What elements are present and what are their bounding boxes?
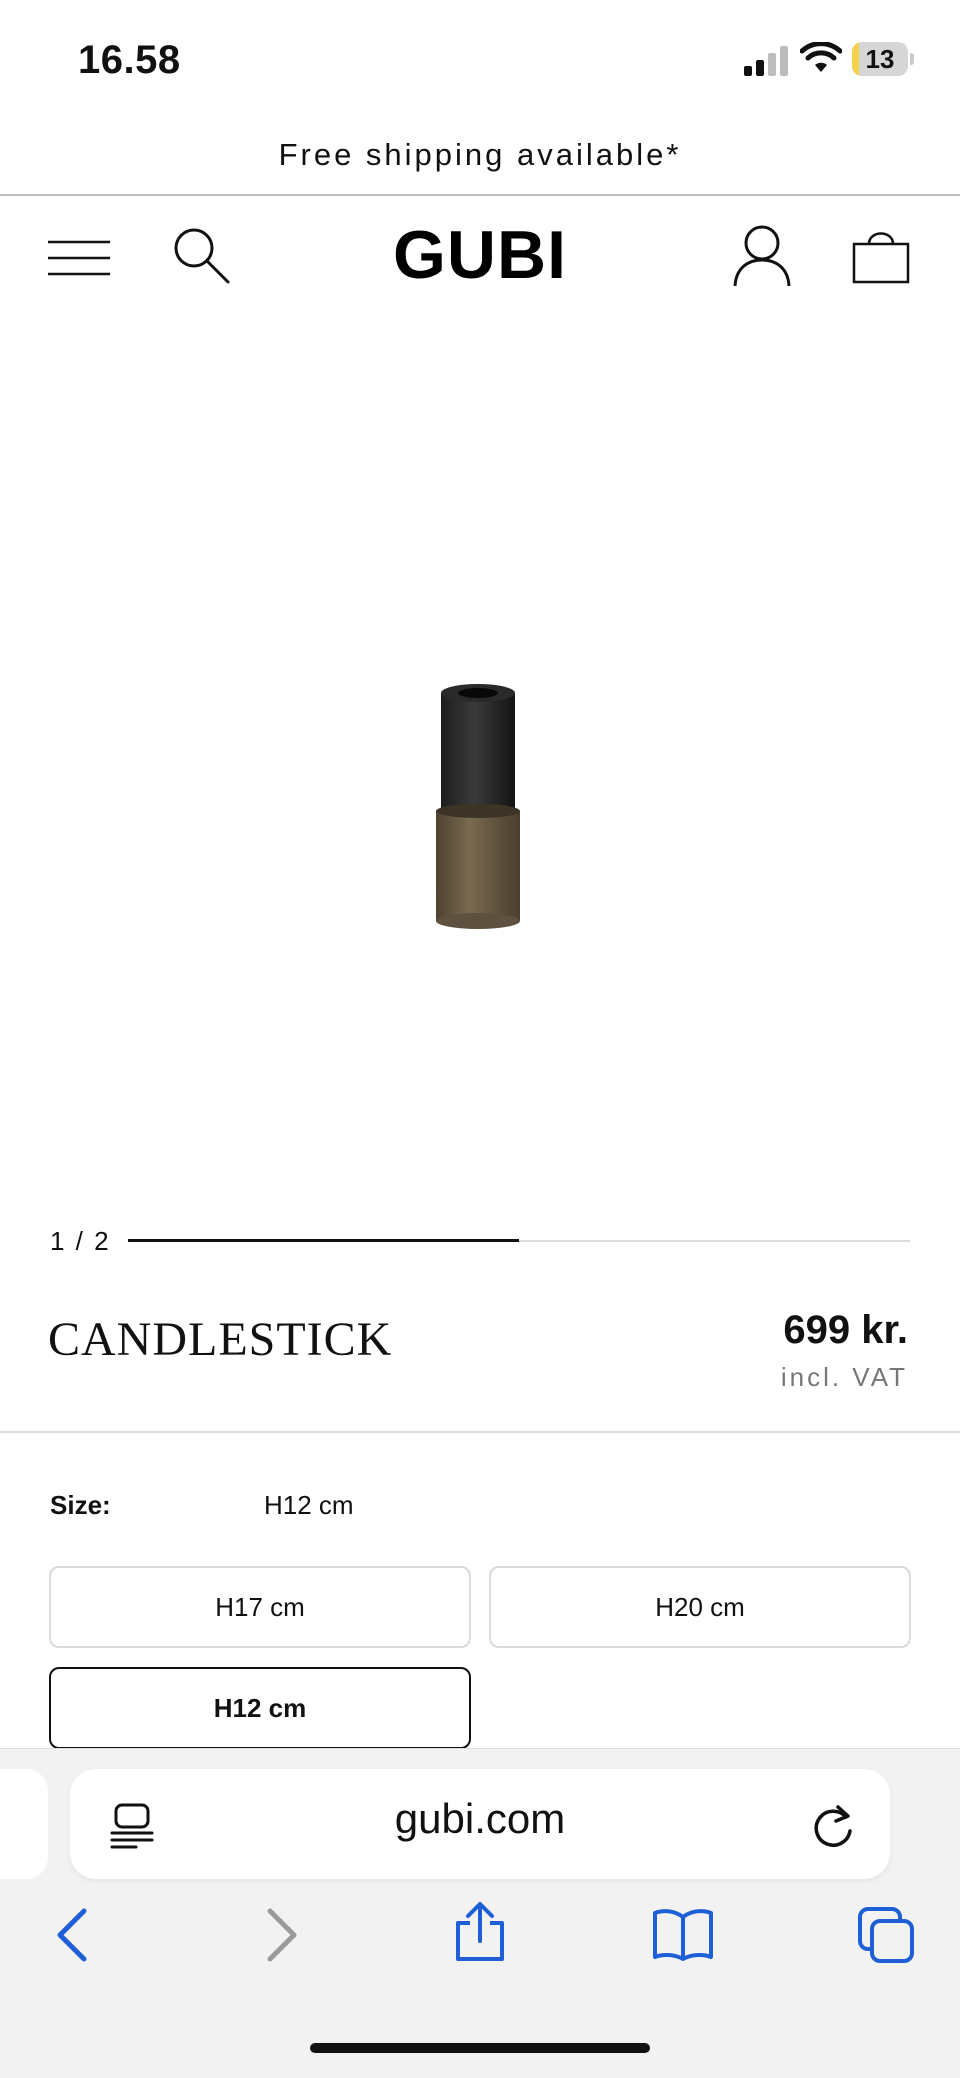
browser-toolbar: gubi.com	[0, 1748, 960, 2078]
address-bar[interactable]: gubi.com	[70, 1769, 890, 1879]
brand-logo[interactable]: GUBI	[0, 216, 960, 294]
product-title: CANDLESTICK	[48, 1313, 393, 1366]
previous-tab-preview[interactable]	[0, 1769, 48, 1879]
candlestick-image	[436, 684, 520, 929]
url-text[interactable]: gubi.com	[70, 1795, 890, 1843]
site-header: GUBI	[0, 196, 960, 320]
battery-body: 13	[852, 42, 908, 76]
forward-icon[interactable]	[262, 1907, 302, 1963]
status-time: 16.58	[78, 38, 181, 82]
product-price: 699 kr.	[783, 1308, 908, 1352]
battery-cap	[910, 53, 914, 65]
reload-icon[interactable]	[810, 1801, 856, 1849]
bookmarks-icon[interactable]	[652, 1907, 714, 1961]
size-label: Size:	[50, 1490, 111, 1520]
shopping-bag-icon[interactable]	[852, 228, 910, 284]
account-icon[interactable]	[732, 224, 792, 288]
tabs-icon[interactable]	[858, 1907, 916, 1965]
screen: 16.58 13 Free shipping available* GUBI 1…	[0, 0, 960, 2078]
battery-level: 13	[865, 44, 895, 74]
back-icon[interactable]	[52, 1907, 92, 1963]
size-option-h12[interactable]: H12 cm	[49, 1667, 471, 1749]
divider	[0, 1431, 960, 1433]
announcement-bar[interactable]: Free shipping available*	[0, 120, 960, 196]
cellular-signal-icon	[744, 46, 788, 76]
home-indicator[interactable]	[310, 2043, 650, 2053]
product-image[interactable]	[0, 320, 960, 1200]
size-option-h20[interactable]: H20 cm	[489, 1566, 911, 1648]
wifi-icon	[800, 42, 842, 72]
price-note: incl. VAT	[780, 1362, 908, 1392]
size-selected-value: H12 cm	[264, 1490, 354, 1520]
carousel-counter: 1 / 2	[50, 1226, 111, 1256]
carousel-progress-track[interactable]	[128, 1239, 910, 1242]
carousel-progress-bar	[128, 1239, 519, 1242]
share-icon[interactable]	[452, 1901, 508, 1963]
size-option-h17[interactable]: H17 cm	[49, 1566, 471, 1648]
status-bar: 16.58 13	[0, 0, 960, 120]
battery-icon: 13	[852, 42, 914, 76]
